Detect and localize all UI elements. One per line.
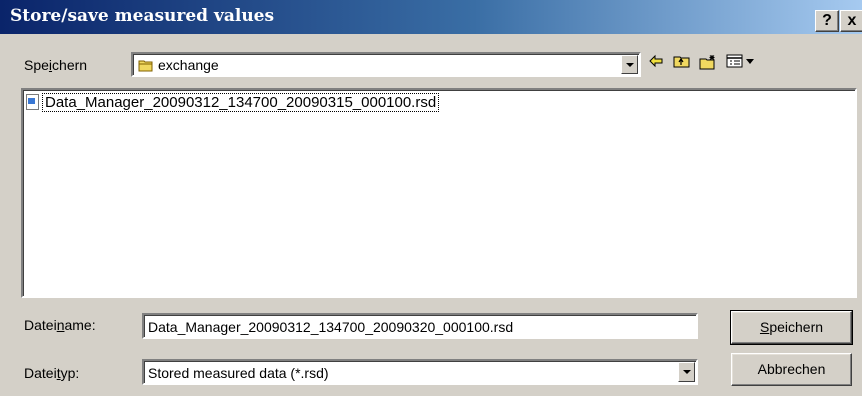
filename-value: Data_Manager_20090312_134700_20090320_00… bbox=[148, 319, 514, 335]
folder-icon bbox=[138, 59, 154, 75]
rsd-file-icon bbox=[26, 94, 39, 110]
window-title: Store/save measured values bbox=[10, 6, 275, 26]
file-name: Data_Manager_20090312_134700_20090315_00… bbox=[42, 92, 440, 112]
lookin-combo[interactable]: exchange bbox=[131, 52, 641, 77]
filename-label: Dateiname: bbox=[24, 317, 96, 333]
close-button[interactable]: x bbox=[840, 10, 862, 32]
filetype-label: Dateityp: bbox=[24, 365, 80, 381]
save-button[interactable]: Speichern bbox=[730, 310, 853, 345]
view-menu-icon[interactable] bbox=[726, 54, 760, 72]
help-button[interactable]: ? bbox=[815, 10, 839, 32]
filetype-dropdown-button[interactable] bbox=[678, 362, 695, 382]
folder-up-icon[interactable] bbox=[672, 54, 692, 72]
file-list[interactable] bbox=[21, 88, 857, 298]
new-folder-icon[interactable] bbox=[698, 54, 718, 72]
filename-input[interactable]: Data_Manager_20090312_134700_20090320_00… bbox=[142, 313, 698, 339]
cancel-button[interactable]: Abbrechen bbox=[731, 353, 852, 386]
lookin-label: Speichern bbox=[24, 57, 88, 73]
filetype-combo[interactable]: Stored measured data (*.rsd) bbox=[142, 359, 698, 385]
back-arrow-icon[interactable] bbox=[646, 54, 666, 72]
lookin-dropdown-button[interactable] bbox=[621, 55, 638, 74]
file-list-item[interactable]: Data_Manager_20090312_134700_20090315_00… bbox=[26, 92, 440, 112]
lookin-folder-name: exchange bbox=[158, 57, 219, 73]
filetype-value: Stored measured data (*.rsd) bbox=[148, 365, 329, 381]
